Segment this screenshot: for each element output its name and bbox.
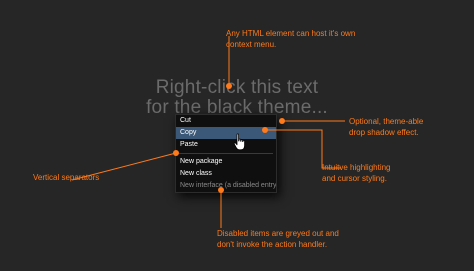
callout-dot-disabled	[218, 187, 224, 193]
annotation-text: context menu.	[226, 39, 277, 49]
annotation-highlighting: Intuitve highlighting and cursor styling…	[322, 163, 391, 184]
annotation-drop-shadow: Optional, theme-able drop shadow effect.	[349, 117, 423, 138]
annotation-text: Optional, theme-able	[349, 117, 424, 126]
annotation-text: Vertical separators	[33, 173, 100, 182]
annotation-text: drop shadow effect.	[349, 127, 419, 137]
annotation-separators: Vertical separators	[33, 173, 99, 184]
annotation-disabled-items: Disabled items are greyed out and don't …	[217, 229, 339, 250]
callout-dot-host	[226, 83, 232, 89]
callout-dot-separators	[173, 150, 179, 156]
annotation-text: and cursor styling.	[322, 173, 387, 183]
annotation-text: Intuitve highlighting	[322, 163, 391, 172]
annotation-text: Disabled items are greyed out and	[217, 229, 339, 238]
callout-dot-highlight	[262, 127, 268, 133]
annotation-text: don't invoke the action handler.	[217, 239, 328, 249]
annotation-context-menu-host: Any HTML element can host it's own conte…	[226, 29, 355, 50]
callout-dot-shadow	[279, 118, 285, 124]
annotation-text: Any HTML element can host it's own	[226, 29, 356, 38]
demo-stage: Right-click this text for the black them…	[0, 0, 474, 271]
